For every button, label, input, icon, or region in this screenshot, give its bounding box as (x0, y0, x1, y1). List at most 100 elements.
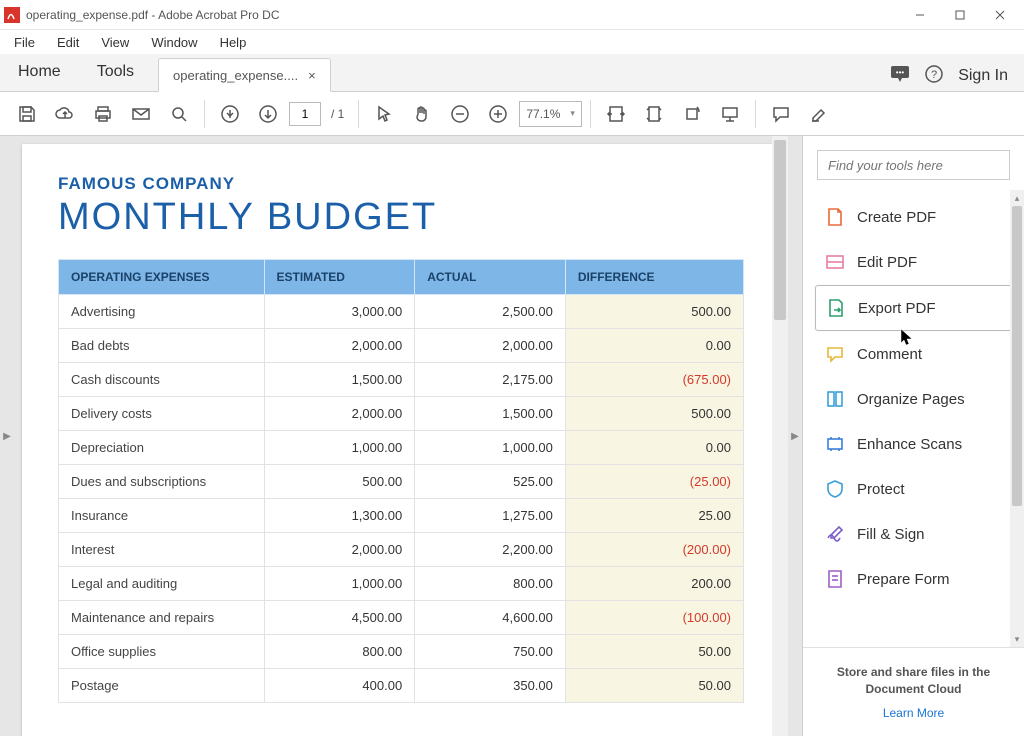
cell-actual: 2,500.00 (415, 295, 566, 329)
tools-search-input[interactable] (817, 150, 1010, 180)
zoom-value: 77.1% (526, 107, 560, 121)
tool-item-export-pdf[interactable]: Export PDF (815, 285, 1012, 331)
cell-actual: 1,000.00 (415, 431, 566, 465)
tool-item-label: Edit PDF (857, 254, 917, 271)
cell-diff: 0.00 (565, 329, 743, 363)
tool-item-comment[interactable]: Comment (815, 332, 1012, 376)
zoom-select[interactable]: 77.1% ▾ (519, 101, 582, 127)
budget-table: OPERATING EXPENSES ESTIMATED ACTUAL DIFF… (58, 259, 744, 703)
next-page-icon[interactable] (251, 97, 285, 131)
fit-page-icon[interactable] (637, 97, 671, 131)
cell-actual: 750.00 (415, 635, 566, 669)
tool-item-label: Protect (857, 481, 905, 498)
prepare-form-icon (825, 569, 845, 589)
document-viewport[interactable]: FAMOUS COMPANY MONTHLY BUDGET OPERATING … (14, 136, 788, 736)
learn-more-link[interactable]: Learn More (817, 706, 1010, 720)
cell-name: Cash discounts (59, 363, 265, 397)
cell-estimated: 1,000.00 (264, 431, 415, 465)
tool-item-fill-sign[interactable]: Fill & Sign (815, 512, 1012, 556)
maximize-button[interactable] (940, 1, 980, 29)
cell-estimated: 2,000.00 (264, 397, 415, 431)
minimize-button[interactable] (900, 1, 940, 29)
col-actual: ACTUAL (415, 260, 566, 295)
tab-home[interactable]: Home (0, 53, 79, 91)
cell-diff: (200.00) (565, 533, 743, 567)
menu-view[interactable]: View (91, 32, 139, 53)
tab-tools[interactable]: Tools (79, 53, 152, 91)
table-row: Insurance1,300.001,275.0025.00 (59, 499, 744, 533)
table-row: Legal and auditing1,000.00800.00200.00 (59, 567, 744, 601)
tab-row: Home Tools operating_expense.... × ••• ?… (0, 54, 1024, 92)
scroll-up-icon[interactable]: ▴ (1010, 190, 1024, 206)
cloud-upload-icon[interactable] (48, 97, 82, 131)
cell-diff: 500.00 (565, 397, 743, 431)
col-estimated: ESTIMATED (264, 260, 415, 295)
highlight-tool-icon[interactable] (802, 97, 836, 131)
tool-item-label: Prepare Form (857, 571, 950, 588)
read-mode-icon[interactable] (713, 97, 747, 131)
tool-item-create-pdf[interactable]: Create PDF (815, 195, 1012, 239)
sign-in-link[interactable]: Sign In (958, 67, 1008, 85)
print-icon[interactable] (86, 97, 120, 131)
chevron-down-icon: ▾ (570, 108, 575, 119)
cell-estimated: 1,300.00 (264, 499, 415, 533)
cell-name: Interest (59, 533, 265, 567)
table-header-row: OPERATING EXPENSES ESTIMATED ACTUAL DIFF… (59, 260, 744, 295)
cell-diff: 50.00 (565, 669, 743, 703)
cell-name: Legal and auditing (59, 567, 265, 601)
tool-item-prepare-form[interactable]: Prepare Form (815, 557, 1012, 601)
tool-item-organize-pages[interactable]: Organize Pages (815, 377, 1012, 421)
tool-item-enhance-scans[interactable]: Enhance Scans (815, 422, 1012, 466)
cell-name: Bad debts (59, 329, 265, 363)
table-row: Dues and subscriptions500.00525.00(25.00… (59, 465, 744, 499)
cell-diff: 50.00 (565, 635, 743, 669)
cell-actual: 350.00 (415, 669, 566, 703)
mail-icon[interactable] (124, 97, 158, 131)
svg-text:?: ? (931, 69, 937, 81)
right-panel-toggle[interactable]: ▶ (788, 136, 802, 736)
prev-page-icon[interactable] (213, 97, 247, 131)
tools-scrollbar[interactable]: ▴ ▾ (1010, 190, 1024, 647)
select-tool-icon[interactable] (367, 97, 401, 131)
menu-edit[interactable]: Edit (47, 32, 89, 53)
search-icon[interactable] (162, 97, 196, 131)
tool-item-edit-pdf[interactable]: Edit PDF (815, 240, 1012, 284)
fit-width-icon[interactable] (599, 97, 633, 131)
hand-tool-icon[interactable] (405, 97, 439, 131)
comment-tool-icon[interactable] (764, 97, 798, 131)
table-row: Postage400.00350.0050.00 (59, 669, 744, 703)
help-icon[interactable]: ? (924, 64, 944, 87)
cell-estimated: 2,000.00 (264, 533, 415, 567)
cell-actual: 1,500.00 (415, 397, 566, 431)
close-button[interactable] (980, 1, 1020, 29)
left-panel-toggle[interactable]: ▶ (0, 136, 14, 736)
scroll-down-icon[interactable]: ▾ (1010, 631, 1024, 647)
cell-estimated: 500.00 (264, 465, 415, 499)
table-row: Depreciation1,000.001,000.000.00 (59, 431, 744, 465)
menu-window[interactable]: Window (141, 32, 207, 53)
cell-actual: 4,600.00 (415, 601, 566, 635)
scrollbar-thumb[interactable] (774, 140, 786, 320)
tool-item-protect[interactable]: Protect (815, 467, 1012, 511)
table-row: Bad debts2,000.002,000.000.00 (59, 329, 744, 363)
cell-actual: 2,200.00 (415, 533, 566, 567)
table-row: Delivery costs2,000.001,500.00500.00 (59, 397, 744, 431)
window-title: operating_expense.pdf - Adobe Acrobat Pr… (26, 8, 900, 22)
cell-name: Postage (59, 669, 265, 703)
tab-document[interactable]: operating_expense.... × (158, 58, 331, 92)
menu-help[interactable]: Help (210, 32, 257, 53)
menu-file[interactable]: File (4, 32, 45, 53)
page-number-input[interactable] (289, 102, 321, 126)
table-row: Office supplies800.00750.0050.00 (59, 635, 744, 669)
zoom-out-icon[interactable] (443, 97, 477, 131)
close-icon[interactable]: × (308, 68, 316, 83)
rotate-icon[interactable] (675, 97, 709, 131)
notifications-icon[interactable]: ••• (890, 65, 910, 86)
document-scrollbar[interactable] (772, 136, 788, 736)
page-total-label: / 1 (325, 107, 350, 121)
tool-item-label: Enhance Scans (857, 436, 962, 453)
save-icon[interactable] (10, 97, 44, 131)
scrollbar-thumb[interactable] (1012, 206, 1022, 506)
footer-headline: Store and share files in the Document Cl… (817, 664, 1010, 698)
zoom-in-icon[interactable] (481, 97, 515, 131)
